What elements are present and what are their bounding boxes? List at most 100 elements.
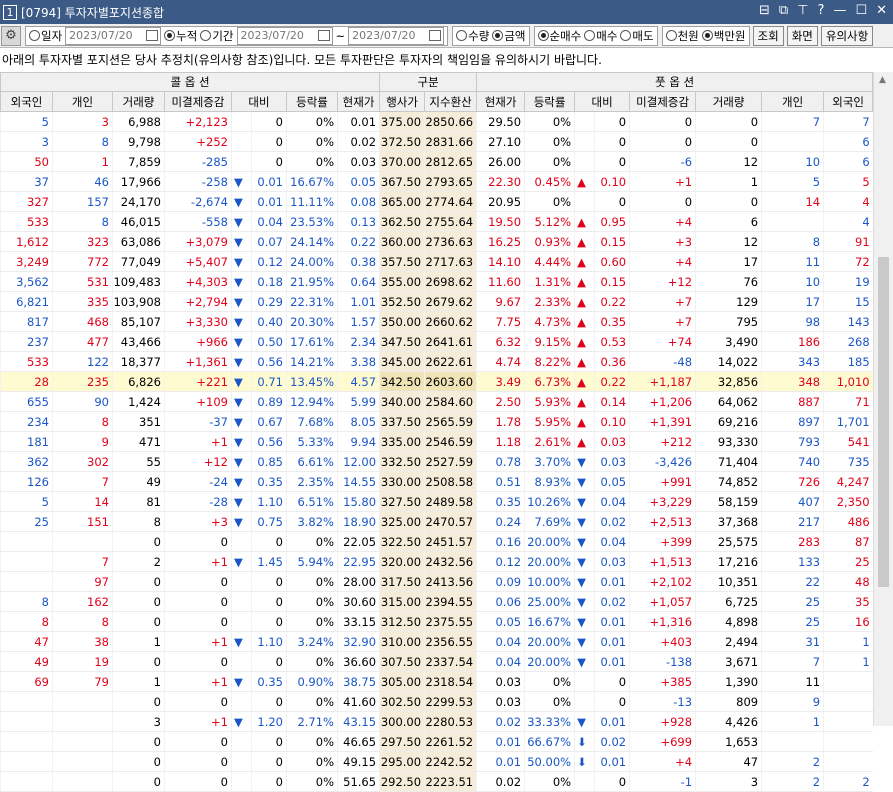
radio-amount[interactable]: 금액 bbox=[492, 28, 526, 44]
table-row[interactable]: 533 8 46,015 -558 ▼ 0.04 23.53% 0.13 362.50 2755.… bbox=[0, 211, 873, 232]
date-field-2[interactable]: 2023/07/20 bbox=[236, 26, 333, 45]
cell-index-equiv: 2774.64 bbox=[424, 191, 477, 212]
table-row[interactable]: 50 1 7,859 -285 0 0% 0.03 370.00 2812.65 26.00 0% 0… bbox=[0, 151, 873, 172]
close-button[interactable]: ✕ bbox=[876, 3, 887, 18]
cell-call-change: 0.71 bbox=[251, 371, 287, 392]
date-field-3[interactable]: 2023/07/20 bbox=[348, 26, 445, 45]
calendar-icon[interactable] bbox=[317, 30, 330, 41]
table-row[interactable]: 0 0 0 0% 49.15 295.00 2242.52 0.01 50.00% ⬇ 0.01 +4… bbox=[0, 751, 873, 772]
calendar-icon[interactable] bbox=[429, 30, 442, 41]
col-put-volume[interactable]: 거래량 bbox=[695, 91, 763, 112]
table-row[interactable]: 0 0 0 0% 22.05 322.50 2451.57 0.16 20.00% ▼ 0.04 +3… bbox=[0, 531, 873, 552]
change-arrow-icon: ▼ bbox=[574, 711, 595, 732]
col-call-foreign[interactable]: 외국인 bbox=[0, 91, 53, 112]
radio-sell[interactable]: 매도 bbox=[620, 28, 654, 44]
table-row[interactable]: 0 0 0 0% 51.65 292.50 2223.51 0.02 0% 0 -1 3 2 2 bbox=[0, 771, 873, 792]
table-row[interactable]: 8 8 0 0 0 0% 33.15 312.50 2375.55 0.05 16.67% ▼ 0.01… bbox=[0, 611, 873, 632]
col-put-change[interactable]: 대비 bbox=[574, 91, 631, 112]
link-icon[interactable]: ⊟ bbox=[759, 3, 770, 18]
table-row[interactable]: 97 0 0 0 0% 28.00 317.50 2413.56 0.09 10.00% ▼ 0.01… bbox=[0, 571, 873, 592]
cell-call-individual: 151 bbox=[52, 511, 113, 532]
cell-put-change: 0 bbox=[594, 151, 630, 172]
gear-icon[interactable]: ⚙ bbox=[1, 25, 21, 46]
table-row[interactable]: 3 +1 ▼ 1.20 2.71% 43.15 300.00 2280.53 0.02 33.33… bbox=[0, 711, 873, 732]
radio-period[interactable]: 기간 bbox=[200, 28, 234, 44]
radio-buy[interactable]: 매수 bbox=[584, 28, 617, 44]
table-row[interactable]: 7 2 +1 ▼ 1.45 5.94% 22.95 320.00 2432.56 0.12 20.0… bbox=[0, 551, 873, 572]
help-icon[interactable]: ? bbox=[818, 3, 825, 18]
cell-call-rate: 11.11% bbox=[286, 191, 338, 212]
cell-put-price: 0.12 bbox=[476, 551, 525, 572]
table-row[interactable]: 3 8 9,798 +252 0 0% 0.02 372.50 2831.66 27.10 0% 0 0… bbox=[0, 131, 873, 152]
change-arrow-icon: ▼ bbox=[231, 371, 252, 392]
screen-button[interactable]: 화면 bbox=[786, 25, 818, 46]
cell-call-foreign: 1,612 bbox=[0, 231, 53, 252]
col-call-oi-change[interactable]: 미결제증감 bbox=[164, 91, 232, 112]
table-row[interactable]: 237 477 43,466 +966 ▼ 0.50 17.61% 2.34 347.50 264… bbox=[0, 331, 873, 352]
restore-layout-icon[interactable]: ⧉ bbox=[779, 3, 788, 18]
col-index-equiv[interactable]: 지수환산 bbox=[424, 91, 478, 112]
table-row[interactable]: 8 162 0 0 0 0% 30.60 315.00 2394.55 0.06 25.00% ▼ 0.… bbox=[0, 591, 873, 612]
cell-call-oi-change: 0 bbox=[164, 651, 232, 672]
scroll-thumb[interactable] bbox=[878, 257, 889, 587]
table-row[interactable]: 181 9 471 +1 ▼ 0.56 5.33% 9.94 335.00 2546.59 1.18… bbox=[0, 431, 873, 452]
radio-thousand-won[interactable]: 천원 bbox=[665, 28, 699, 44]
table-row[interactable]: 6,821 335 103,908 +2,794 ▼ 0.29 22.31% 1.01 352.… bbox=[0, 291, 873, 312]
notice-button[interactable]: 유의사항 bbox=[820, 25, 874, 46]
table-row[interactable]: 655 90 1,424 +109 ▼ 0.89 12.94% 5.99 340.00 2584.… bbox=[0, 391, 873, 412]
table-row[interactable]: 28 235 6,826 +221 ▼ 0.71 13.45% 4.57 342.50 2603.… bbox=[0, 371, 873, 392]
cell-call-change: 0 bbox=[251, 751, 287, 772]
pin-icon[interactable]: ⊤ bbox=[797, 3, 808, 18]
col-call-individual[interactable]: 개인 bbox=[52, 91, 113, 112]
col-strike[interactable]: 행사가 bbox=[379, 91, 426, 112]
table-row[interactable]: 0 0 0 0% 46.65 297.50 2261.52 0.01 66.67% ⬇ 0.02 +6… bbox=[0, 731, 873, 752]
vertical-scrollbar[interactable]: ▲ bbox=[873, 72, 893, 726]
table-row[interactable]: 47 38 1 +1 ▼ 1.10 3.24% 32.90 310.00 2356.55 0.04 2… bbox=[0, 631, 873, 652]
col-call-price[interactable]: 현재가 bbox=[336, 91, 381, 112]
col-put-rate[interactable]: 등락률 bbox=[524, 91, 576, 112]
col-call-change[interactable]: 대비 bbox=[231, 91, 287, 112]
toolbar: ⚙ 일자 2023/07/20 누적 기간 2023/07/20 ~ 2023/… bbox=[0, 24, 893, 48]
cell-put-change: 0.35 bbox=[594, 311, 630, 332]
table-row[interactable]: 126 7 49 -24 ▼ 0.35 2.35% 14.55 330.00 2508.58 0.5… bbox=[0, 471, 873, 492]
radio-daily[interactable]: 일자 bbox=[29, 28, 62, 44]
table-row[interactable]: 327 157 24,170 -2,674 ▼ 0.01 11.11% 0.08 365.00 2… bbox=[0, 191, 873, 212]
table-row[interactable]: 362 302 55 +12 ▼ 0.85 6.61% 12.00 332.50 2527.59 0… bbox=[0, 451, 873, 472]
query-button[interactable]: 조회 bbox=[752, 25, 784, 46]
table-row[interactable]: 533 122 18,377 +1,361 ▼ 0.56 14.21% 3.38 345.00 2… bbox=[0, 351, 873, 372]
table-row[interactable]: 49 19 0 0 0 0% 36.60 307.50 2337.54 0.04 20.00% ▼ 0.… bbox=[0, 651, 873, 672]
col-call-rate[interactable]: 등락률 bbox=[286, 91, 338, 112]
table-row[interactable]: 5 3 6,988 +2,123 0 0% 0.01 375.00 2850.66 29.50 0%… bbox=[0, 111, 873, 132]
cell-put-change: 0.05 bbox=[594, 471, 630, 492]
scroll-up-icon[interactable]: ▲ bbox=[879, 75, 886, 85]
cell-put-individual: 793 bbox=[761, 431, 824, 452]
calendar-icon[interactable] bbox=[146, 30, 159, 41]
col-put-individual[interactable]: 개인 bbox=[761, 91, 825, 112]
table-row[interactable]: 37 46 17,966 -258 ▼ 0.01 16.67% 0.05 367.50 2793.… bbox=[0, 171, 873, 192]
cell-call-rate: 23.53% bbox=[286, 211, 338, 232]
radio-net-buy[interactable]: 순매수 bbox=[537, 28, 581, 44]
table-row[interactable]: 0 0 0 0% 41.60 302.50 2299.53 0.03 0% 0 -13 809 9 bbox=[0, 691, 873, 712]
radio-cumulative[interactable]: 누적 bbox=[164, 28, 197, 44]
cell-call-volume: 0 bbox=[112, 571, 165, 592]
col-put-foreign[interactable]: 외국인 bbox=[823, 91, 874, 112]
minimize-button[interactable]: — bbox=[833, 3, 846, 18]
table-row[interactable]: 234 8 351 -37 ▼ 0.67 7.68% 8.05 337.50 2565.59 1.7… bbox=[0, 411, 873, 432]
date-field-1[interactable]: 2023/07/20 bbox=[65, 26, 162, 45]
col-put-oi-change[interactable]: 미결제증감 bbox=[629, 91, 697, 112]
col-put-price[interactable]: 현재가 bbox=[476, 91, 526, 112]
cell-put-volume: 795 bbox=[695, 311, 762, 332]
table-row[interactable]: 3,249 772 77,049 +5,407 ▼ 0.12 24.00% 0.38 357.5… bbox=[0, 251, 873, 272]
table-row[interactable]: 3,562 531 109,483 +4,303 ▼ 0.18 21.95% 0.64 355.… bbox=[0, 271, 873, 292]
table-row[interactable]: 5 14 81 -28 ▼ 1.10 6.51% 15.80 327.50 2489.58 0.35… bbox=[0, 491, 873, 512]
table-row[interactable]: 817 468 85,107 +3,330 ▼ 0.40 20.30% 1.57 350.00 2… bbox=[0, 311, 873, 332]
maximize-button[interactable]: ☐ bbox=[855, 3, 867, 18]
cell-call-foreign: 5 bbox=[0, 111, 53, 132]
col-call-volume[interactable]: 거래량 bbox=[112, 91, 165, 112]
radio-qty[interactable]: 수량 bbox=[456, 28, 489, 44]
table-row[interactable]: 25 151 8 +3 ▼ 0.75 3.82% 18.90 325.00 2470.57 0.24… bbox=[0, 511, 873, 532]
radio-million-won[interactable]: 백만원 bbox=[701, 28, 746, 44]
cell-call-price: 0.03 bbox=[336, 151, 380, 172]
table-row[interactable]: 1,612 323 63,086 +3,079 ▼ 0.07 24.14% 0.22 360.0… bbox=[0, 231, 873, 252]
table-row[interactable]: 69 79 1 +1 ▼ 0.35 0.90% 38.75 305.00 2318.54 0.03 0… bbox=[0, 671, 873, 692]
